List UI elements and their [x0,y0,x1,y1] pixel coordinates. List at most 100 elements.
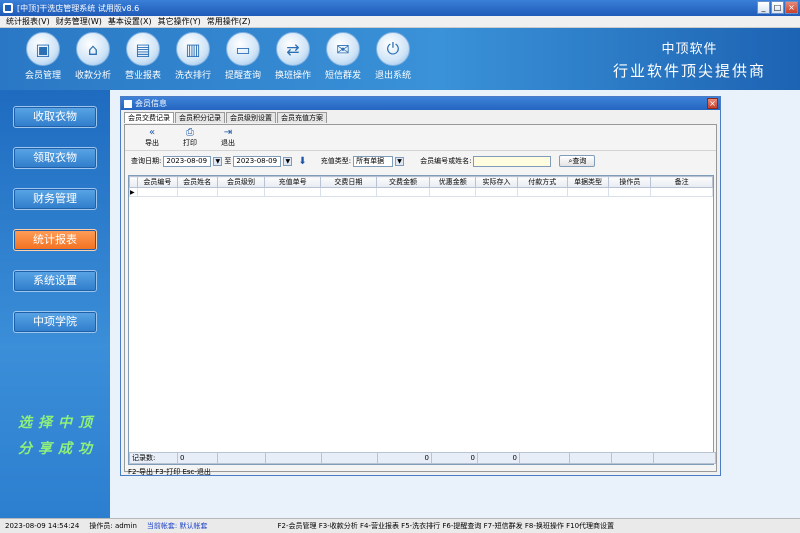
arrow-down-icon: ⬇ [298,155,307,167]
exit-label: 退出 [221,139,235,147]
shortcut-hint: F2-导出 F3-打印 Esc-退出 [128,468,211,476]
column-header[interactable]: 单据类型 [566,176,610,188]
menu-item-finance[interactable]: 财务管理(W) [56,16,102,27]
export-label: 导出 [145,139,159,147]
sidebar-item-academy[interactable]: 中项学院 [13,311,97,333]
toolbar-label: 会员管理 [24,71,61,81]
dialog-app-icon [124,99,132,108]
tab-points-records[interactable]: 会员积分记录 [175,112,225,123]
records-table: 会员编号 会员姓名 会员级别 充值单号 交费日期 交费金额 优惠金额 实际存入 … [128,175,716,465]
column-header[interactable]: 会员姓名 [176,176,218,188]
table-cell[interactable] [216,187,266,197]
tab-payment-records[interactable]: 会员交费记录 [124,112,174,123]
member-search-input[interactable] [473,155,552,167]
chevron-down-icon[interactable]: ▼ [213,156,223,166]
close-button[interactable]: × [785,1,798,14]
tab-recharge-plans[interactable]: 会员充值方案 [277,112,327,123]
table-cell[interactable] [475,187,518,197]
date-to-input[interactable]: 2023-08-09 [233,155,282,167]
table-cell[interactable] [264,187,322,197]
export-icon: « [148,127,156,138]
toolbar-label: 退出系统 [374,71,411,81]
export-button[interactable]: « 导出 [133,125,171,150]
total-discount: 0 [431,452,478,464]
table-footer: 记录数: 0 0 0 0 [129,452,716,464]
menu-bar: 统计报表(V) 财务管理(W) 基本设置(X) 其它操作(Y) 常用操作(Z) [0,16,800,28]
brand-tagline: 行业软件顶尖提供商 [612,62,766,80]
brand-block: 中顶软件 行业软件顶尖提供商 [613,38,766,81]
print-button[interactable]: ⎙ 打印 [171,125,209,150]
exit-button[interactable]: ⇥ 退出 [209,125,247,150]
table-cell[interactable] [176,187,218,197]
toolbar-payment-button[interactable]: ⌂ 收款分析 [68,32,118,81]
column-header[interactable]: 优惠金额 [429,176,477,188]
status-account: 当前帐套: 默认帐套 [146,522,208,530]
sidebar-item-settings[interactable]: 系统设置 [13,270,97,292]
title-bar: [中顶]干洗店管理系统 试用版v8.6 _ □ × [0,0,800,16]
table-cell[interactable] [516,187,568,197]
row-header-corner [129,176,138,188]
menu-item-stats[interactable]: 统计报表(V) [6,16,50,27]
sidebar: 收取衣物 领取衣物 财务管理 统计报表 系统设置 中项学院 选择中顶 分享成功 [0,90,110,518]
swap-icon: ⇄ [276,32,310,66]
footer-cell [569,452,612,464]
type-label: 充值类型: [320,157,352,165]
toolbar-ranking-button[interactable]: ▥ 洗衣排行 [168,32,218,81]
power-icon: ⏻ [376,32,410,66]
toolbar-sms-button[interactable]: ✉ 短信群发 [318,32,368,81]
column-header[interactable]: 充值单号 [264,176,322,188]
toolbar-shift-button[interactable]: ⇄ 换班操作 [268,32,318,81]
printer-icon: ⎙ [186,127,194,138]
column-header[interactable]: 交费金额 [375,176,431,188]
member-info-dialog: 会员信息 × 会员交费记录 会员积分记录 会员级别设置 会员充值方案 « 导出 … [120,96,721,476]
toolbar-label: 营业报表 [124,71,161,81]
toolbar-member-button[interactable]: ▣ 会员管理 [18,32,68,81]
recharge-type-select[interactable]: 所有单据 [353,155,394,167]
column-header[interactable]: 备注 [650,176,713,188]
column-header[interactable]: 操作员 [608,176,652,188]
table-header-row: 会员编号 会员姓名 会员级别 充值单号 交费日期 交费金额 优惠金额 实际存入 … [129,176,713,188]
menu-item-other[interactable]: 其它操作(Y) [158,16,201,27]
toolbar-label: 提醒查询 [224,71,261,81]
bar-chart-icon: ▥ [176,32,210,66]
report-icon: ▤ [126,32,160,66]
mail-icon: ✉ [326,32,360,66]
sidebar-item-receive[interactable]: 收取衣物 [13,106,97,128]
maximize-button[interactable]: □ [771,1,784,14]
table-cell[interactable] [608,187,652,197]
table-cell[interactable] [429,187,477,197]
dialog-close-button[interactable]: × [707,98,718,109]
toolbar-report-button[interactable]: ▤ 营业报表 [118,32,168,81]
dialog-title: 会员信息 [135,99,167,108]
menu-item-settings[interactable]: 基本设置(X) [108,16,152,27]
minimize-button[interactable]: _ [757,1,770,14]
table-cell[interactable] [136,187,178,197]
footer-cell [321,452,378,464]
tab-level-settings[interactable]: 会员级别设置 [226,112,276,123]
status-datetime: 2023-08-09 14:54:24 [5,522,80,530]
table-row[interactable]: ▶ [129,187,713,197]
table-cell[interactable] [650,187,713,197]
date-label: 查询日期: [131,157,162,165]
column-header[interactable]: 付款方式 [516,176,568,188]
dialog-toolbar: « 导出 ⎙ 打印 ⇥ 退出 [125,125,716,151]
sidebar-item-pickup[interactable]: 领取衣物 [13,147,97,169]
chevron-down-icon[interactable]: ▼ [395,156,405,166]
column-header[interactable]: 实际存入 [475,176,518,188]
table-cell[interactable] [375,187,431,197]
query-button[interactable]: ⌕查询 [559,155,596,167]
chevron-down-icon[interactable]: ▼ [283,156,293,166]
column-header[interactable]: 交费日期 [320,176,377,188]
date-from-input[interactable]: 2023-08-09 [163,155,212,167]
column-header[interactable]: 会员级别 [216,176,266,188]
column-header[interactable]: 会员编号 [136,176,178,188]
table-cell[interactable] [320,187,377,197]
menu-item-common[interactable]: 常用操作(Z) [207,16,251,27]
toolbar-label: 收款分析 [74,71,111,81]
table-cell[interactable] [566,187,610,197]
toolbar-exit-button[interactable]: ⏻ 退出系统 [368,32,418,81]
toolbar-reminder-button[interactable]: ▭ 提醒查询 [218,32,268,81]
sidebar-item-finance[interactable]: 财务管理 [13,188,97,210]
sidebar-item-stats[interactable]: 统计报表 [13,229,97,251]
record-count-label: 记录数: [129,452,178,464]
